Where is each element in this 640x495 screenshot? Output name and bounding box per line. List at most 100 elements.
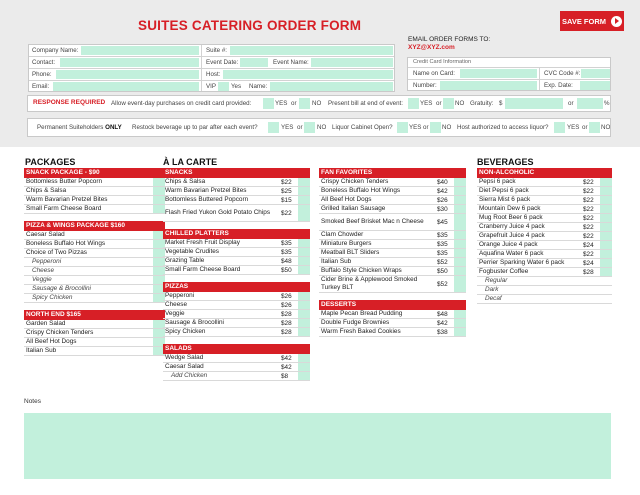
quantity-input[interactable]	[298, 187, 310, 195]
quantity-input[interactable]	[298, 292, 310, 300]
present-bill-yes-label: YES	[420, 100, 433, 107]
exp-date-input[interactable]	[580, 81, 610, 90]
quantity-input[interactable]	[600, 178, 612, 186]
contact-input[interactable]	[60, 58, 199, 67]
event-date-input[interactable]	[240, 58, 268, 67]
restock-no-label: NO	[317, 124, 327, 131]
quantity-input[interactable]	[600, 268, 612, 276]
present-bill-no-checkbox[interactable]	[443, 98, 454, 109]
quantity-input[interactable]	[298, 196, 310, 204]
menu-item-row: Pepsi 6 pack $22	[477, 178, 612, 187]
gratuity-dollar-input[interactable]	[505, 98, 563, 109]
restock-no-checkbox[interactable]	[304, 122, 315, 133]
quantity-input[interactable]	[600, 250, 612, 258]
quantity-input[interactable]	[298, 328, 310, 336]
host-liquor-yes-checkbox[interactable]	[554, 122, 565, 133]
liquor-cabinet-no-checkbox[interactable]	[430, 122, 441, 133]
host-input[interactable]	[223, 70, 393, 79]
quantity-input[interactable]	[298, 319, 310, 327]
gratuity-percent-input[interactable]	[577, 98, 603, 109]
menu-item-price: $48	[281, 257, 292, 265]
menu-item-row: Grilled Italian Sausage $30	[319, 205, 466, 214]
quantity-input[interactable]	[600, 241, 612, 249]
menu-item-name: Mountain Dew 6 pack	[479, 205, 541, 212]
quantity-input[interactable]	[454, 231, 466, 239]
menu-item-price: $42	[281, 363, 292, 371]
quantity-input[interactable]	[600, 196, 612, 204]
menu-item-name: Vegetable Crudites	[165, 248, 220, 255]
quantity-input[interactable]	[600, 223, 612, 231]
email-address-link[interactable]: XYZ@XYZ.com	[408, 44, 455, 51]
menu-item-price: $40	[437, 178, 448, 186]
menu-item-price: $26	[437, 196, 448, 204]
quantity-input[interactable]	[454, 267, 466, 275]
quantity-input[interactable]	[454, 328, 466, 336]
menu-item-name: Pepsi 6 pack	[479, 178, 516, 185]
menu-item-row: Crispy Chicken Tenders $40	[319, 178, 466, 187]
quantity-input[interactable]	[454, 310, 466, 318]
quantity-input[interactable]	[298, 248, 310, 256]
menu-item-name: Decaf	[485, 295, 502, 302]
menu-item-row: Buffalo Style Chicken Wraps $50	[319, 267, 466, 276]
quantity-input[interactable]	[454, 319, 466, 327]
quantity-input[interactable]	[298, 310, 310, 318]
quantity-input[interactable]	[454, 214, 466, 230]
event-day-yes-checkbox[interactable]	[263, 98, 274, 109]
menu-item-price: $42	[437, 319, 448, 327]
liquor-cabinet-yes-checkbox[interactable]	[397, 122, 408, 133]
suite-input[interactable]	[230, 46, 393, 55]
menu-item-name: Boneless Buffalo Hot Wings	[26, 240, 106, 247]
host-liquor-no-checkbox[interactable]	[589, 122, 600, 133]
vip-yes-label: Yes	[231, 83, 242, 90]
quantity-input[interactable]	[454, 276, 466, 292]
quantity-input[interactable]	[454, 240, 466, 248]
phone-input[interactable]	[56, 70, 199, 79]
menu-item-name: Grapefruit Juice 4 pack	[479, 232, 545, 239]
quantity-input[interactable]	[600, 214, 612, 222]
card-number-input[interactable]	[440, 81, 537, 90]
quantity-input[interactable]	[600, 232, 612, 240]
category-header-non-alcoholic: NON-ALCOHOLIC	[477, 168, 612, 178]
quantity-input[interactable]	[600, 205, 612, 213]
quantity-input[interactable]	[454, 187, 466, 195]
quantity-input[interactable]	[298, 239, 310, 247]
quantity-input[interactable]	[298, 266, 310, 274]
menu-item-name: Perrier Sparking Water 6 pack	[479, 259, 565, 266]
menu-item-row: Spicy Chicken	[24, 294, 165, 303]
cvc-input[interactable]	[581, 69, 610, 78]
menu-item-name: Small Farm Cheese Board	[26, 205, 102, 212]
quantity-input[interactable]	[454, 196, 466, 204]
menu-item-price: $42	[281, 354, 292, 362]
quantity-input[interactable]	[298, 178, 310, 186]
restock-yes-checkbox[interactable]	[268, 122, 279, 133]
quantity-input[interactable]	[298, 205, 310, 221]
gratuity-dollar-label: $	[499, 100, 503, 107]
quantity-input[interactable]	[298, 354, 310, 362]
event-day-no-checkbox[interactable]	[299, 98, 310, 109]
quantity-input[interactable]	[298, 257, 310, 265]
event-name-input[interactable]	[311, 58, 393, 67]
host-label: Host:	[206, 71, 221, 78]
quantity-input[interactable]	[454, 258, 466, 266]
alacarte-column: SNACKS Chips & Salsa $22 Warm Bavarian Pret…	[163, 168, 310, 381]
quantity-input[interactable]	[454, 178, 466, 186]
quantity-input[interactable]	[600, 187, 612, 195]
name-on-card-input[interactable]	[460, 69, 537, 78]
quantity-input[interactable]	[454, 205, 466, 213]
quantity-input[interactable]	[298, 372, 310, 380]
menu-item-row: Clam Chowder $35	[319, 231, 466, 240]
present-bill-yes-checkbox[interactable]	[408, 98, 419, 109]
email-input[interactable]	[53, 82, 199, 91]
menu-item-name: Clam Chowder	[321, 231, 364, 238]
vip-name-input[interactable]	[270, 82, 393, 91]
menu-item-row: Double Fudge Brownies $42	[319, 319, 466, 328]
quantity-input[interactable]	[600, 259, 612, 267]
company-input[interactable]	[81, 46, 199, 55]
vip-checkbox[interactable]	[218, 82, 229, 91]
quantity-input[interactable]	[298, 301, 310, 309]
save-form-button[interactable]: SAVE FORM	[560, 11, 624, 31]
quantity-input[interactable]	[298, 363, 310, 371]
menu-item-name: Garden Salad	[26, 320, 66, 327]
quantity-input[interactable]	[454, 249, 466, 257]
notes-textarea[interactable]	[24, 413, 611, 479]
